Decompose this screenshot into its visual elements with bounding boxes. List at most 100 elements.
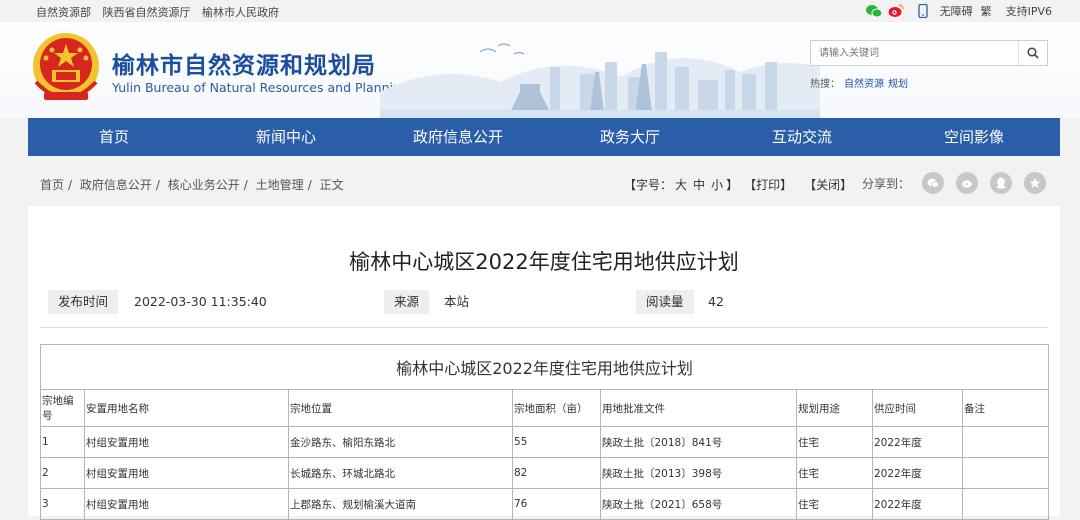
article-panel: 榆林中心城区2022年度住宅用地供应计划 发布时间 2022-03-30 11:… [28,206,1060,520]
font-size-large[interactable]: 大 [675,178,687,192]
hot-search: 热搜： 自然资源 规划 [810,75,908,90]
cell-supply-time: 2022年度 [872,426,963,458]
cell-remarks [961,488,1050,520]
col-header-location: 宗地位置 [288,389,513,427]
article-title: 榆林中心城区2022年度住宅用地供应计划 [349,250,739,274]
share-bar: 分享到： [862,172,1047,194]
breadcrumb-bar: 首页 / 政府信息公开 / 核心业务公开 / 土地管理 / 正文 【字号：大中小】 【打… [28,168,1060,200]
col-header-planned-use: 规划用途 [796,389,873,427]
top-links: 自然资源部 陕西省自然资源厅 榆林市人民政府 [36,4,287,20]
search-button[interactable] [1018,41,1047,65]
col-header-remarks: 备注 [961,389,1050,427]
share-weibo-icon[interactable] [956,172,979,194]
search-box [810,40,1048,66]
site-title-cn: 榆林市自然资源和规划局 [112,53,376,79]
font-size-close: 】 [726,178,739,192]
table-caption-row: 榆林中心城区2022年度住宅用地供应计划 [39,344,1050,390]
cell-name: 村组安置用地 [84,488,289,520]
table-row: 3 村组安置用地 上郡路东、规划榆溪大道南 76 陕政土批〔2021〕658号 … [40,488,1050,520]
breadcrumb-land-management[interactable]: 土地管理 [256,178,304,192]
link-province[interactable]: 陕西省自然资源厅 [103,6,191,19]
font-size-medium[interactable]: 中 [693,178,705,192]
nav-item-spatial-imagery[interactable]: 空间影像 [888,118,1060,156]
nav-item-home[interactable]: 首页 [28,118,200,156]
cell-area: 55 [512,426,601,458]
cell-planned-use: 住宅 [796,426,873,458]
cell-planned-use: 住宅 [796,488,873,520]
cell-remarks [961,426,1050,458]
cell-location: 金沙路东、榆阳东路北 [288,426,513,458]
print-button[interactable]: 【打印】 [744,176,792,193]
col-header-area: 宗地面积（亩） [512,389,601,427]
source-label: 来源 [384,290,430,314]
font-size-label: 【字号： [624,178,673,192]
cell-name: 村组安置用地 [84,426,289,458]
cell-area: 76 [512,488,601,520]
read-count-label: 阅读量 [636,290,694,314]
nav-item-service-hall[interactable]: 政务大厅 [544,118,716,156]
table-row: 1 村组安置用地 金沙路东、榆阳东路北 55 陕政土批〔2018〕841号 住宅… [40,426,1050,458]
link-ministry[interactable]: 自然资源部 [36,6,91,19]
cell-location: 长城路东、环城北路北 [288,457,513,489]
top-utility-bar: 自然资源部 陕西省自然资源厅 榆林市人民政府 无障碍 繁 支持IPV6 [0,0,1080,22]
breadcrumb-gov-info[interactable]: 政府信息公开 [80,178,152,192]
site-title-en: Yulin Bureau of Natural Resources and Pl… [112,80,409,95]
read-count-value: 42 [708,294,724,309]
col-header-supply-time: 供应时间 [872,389,963,427]
nav-item-news[interactable]: 新闻中心 [200,118,372,156]
publish-time-label: 发布时间 [48,290,119,314]
article-meta: 发布时间 2022-03-30 11:35:40 来源 本站 阅读量 42 [28,290,1060,316]
traditional-chinese-link[interactable]: 繁 [981,3,992,19]
ipv6-label: 支持IPV6 [1005,5,1052,18]
table-caption: 榆林中心城区2022年度住宅用地供应计划 [39,344,1050,390]
breadcrumb-current: 正文 [319,178,344,192]
main-nav: 首页 新闻中心 政府信息公开 政务大厅 互动交流 空间影像 [28,118,1060,156]
supply-plan-table: 榆林中心城区2022年度住宅用地供应计划 宗地编号 安置用地名称 宗地位置 宗地… [39,344,1050,520]
nav-item-interaction[interactable]: 互动交流 [716,118,888,156]
article-tools: 【字号：大中小】 【打印】 【关闭】 [624,176,852,193]
table-row: 2 村组安置用地 长城路东、环城北路北 82 陕政土批〔2013〕398号 住宅… [40,457,1050,489]
link-city-gov[interactable]: 榆林市人民政府 [202,6,279,19]
share-label: 分享到： [862,176,911,191]
share-qzone-icon[interactable] [1024,172,1047,194]
hot-link-natural-resources[interactable]: 自然资源 [844,79,884,90]
hot-link-planning[interactable]: 规划 [888,79,908,90]
cell-supply-time: 2022年度 [872,488,963,520]
breadcrumb: 首页 / 政府信息公开 / 核心业务公开 / 土地管理 / 正文 [40,178,344,192]
font-size-small[interactable]: 小 [711,178,723,192]
nav-item-gov-info[interactable]: 政府信息公开 [372,118,544,156]
publish-time-value: 2022-03-30 11:35:40 [134,294,267,309]
cell-location: 上郡路东、规划榆溪大道南 [288,488,513,520]
cell-planned-use: 住宅 [796,457,873,489]
weibo-icon[interactable] [888,4,904,18]
cell-supply-time: 2022年度 [872,457,963,489]
search-icon [1027,47,1039,59]
wechat-icon[interactable] [865,4,883,18]
city-skyline-banner [380,43,820,118]
col-header-approval-doc: 用地批准文件 [600,389,797,427]
cell-area: 82 [512,457,601,489]
national-emblem-icon [33,33,99,100]
cell-approval-doc: 陕政土批〔2018〕841号 [600,426,797,458]
hot-search-label: 热搜： [810,79,840,90]
cell-approval-doc: 陕政土批〔2013〕398号 [600,457,797,489]
breadcrumb-core-business[interactable]: 核心业务公开 [168,178,240,192]
col-header-parcel-id: 宗地编号 [40,389,85,427]
cell-name: 村组安置用地 [84,457,289,489]
supply-plan-table-wrap: 榆林中心城区2022年度住宅用地供应计划 宗地编号 安置用地名称 宗地位置 宗地… [39,344,1050,520]
cell-parcel-id: 1 [40,426,85,458]
cell-parcel-id: 3 [40,488,85,520]
source-value: 本站 [444,294,470,309]
share-wechat-icon[interactable] [922,172,945,194]
meta-divider [40,327,1048,328]
top-right-tools: 无障碍 繁 支持IPV6 [865,3,1052,19]
table-header-row: 宗地编号 安置用地名称 宗地位置 宗地面积（亩） 用地批准文件 规划用途 供应时… [40,389,1050,427]
close-button[interactable]: 【关闭】 [804,176,852,193]
search-input[interactable] [811,41,1027,66]
cell-approval-doc: 陕政土批〔2021〕658号 [600,488,797,520]
share-qq-icon[interactable] [990,172,1013,194]
mobile-icon[interactable] [917,3,932,19]
accessibility-link[interactable]: 无障碍 [940,3,973,19]
site-header: 榆林市自然资源和规划局 Yulin Bureau of Natural Reso… [0,22,1080,118]
breadcrumb-home[interactable]: 首页 [40,178,64,192]
